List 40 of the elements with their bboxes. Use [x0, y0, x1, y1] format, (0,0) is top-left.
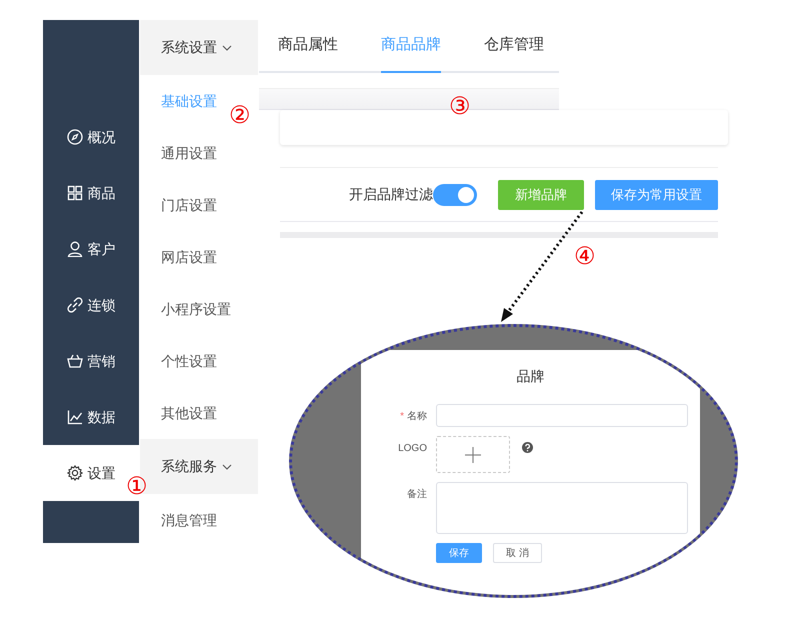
- step-number: ②: [229, 104, 251, 128]
- submenu-item[interactable]: 通用设置: [140, 127, 258, 179]
- submenu-item[interactable]: 个性设置: [140, 335, 258, 387]
- plus-icon: [465, 446, 481, 462]
- text-field[interactable]: [436, 404, 688, 427]
- field-label: 名称: [407, 411, 427, 422]
- basket-icon: [66, 353, 82, 369]
- chevron-icon: [222, 464, 232, 470]
- sidebar-item[interactable]: 营销: [43, 333, 139, 389]
- tab[interactable]: 商品属性: [278, 20, 338, 73]
- submenu-item[interactable]: 网店设置: [140, 231, 258, 283]
- link-icon: [66, 297, 82, 313]
- sidebar-item[interactable]: 概况: [43, 109, 139, 165]
- upload-box[interactable]: [436, 436, 510, 473]
- required-mark: *: [400, 411, 404, 422]
- dialog-title: 品牌: [516, 367, 546, 386]
- step-number: ③: [449, 95, 471, 119]
- step-number: ④: [574, 245, 596, 269]
- cancel-button[interactable]: 取 消: [493, 543, 542, 563]
- notes-field[interactable]: [436, 482, 688, 534]
- chart-icon: [66, 409, 82, 425]
- field-label: 备注: [407, 489, 427, 500]
- compass-icon: [66, 129, 82, 145]
- sidebar-item[interactable]: 数据: [43, 389, 139, 445]
- submenu-item[interactable]: 其他设置: [140, 387, 258, 439]
- toggle-switch[interactable]: [433, 184, 477, 206]
- sidebar-item[interactable]: 客户: [43, 221, 139, 277]
- filter-label: 开启品牌过滤: [349, 185, 433, 204]
- user-icon: [66, 241, 82, 257]
- sidebar-item[interactable]: 商品: [43, 165, 139, 221]
- submenu-item[interactable]: 门店设置: [140, 179, 258, 231]
- settings-icon: [66, 465, 82, 481]
- chevron-icon: [222, 44, 232, 50]
- help-icon: [522, 442, 533, 453]
- sidebar-item[interactable]: 连锁: [43, 277, 139, 333]
- submenu-group-header[interactable]: 系统设置: [140, 20, 258, 75]
- tab[interactable]: 仓库管理: [484, 20, 544, 73]
- grid-icon: [66, 185, 82, 201]
- field-label: LOGO: [398, 443, 427, 454]
- submenu-item[interactable]: 小程序设置: [140, 283, 258, 335]
